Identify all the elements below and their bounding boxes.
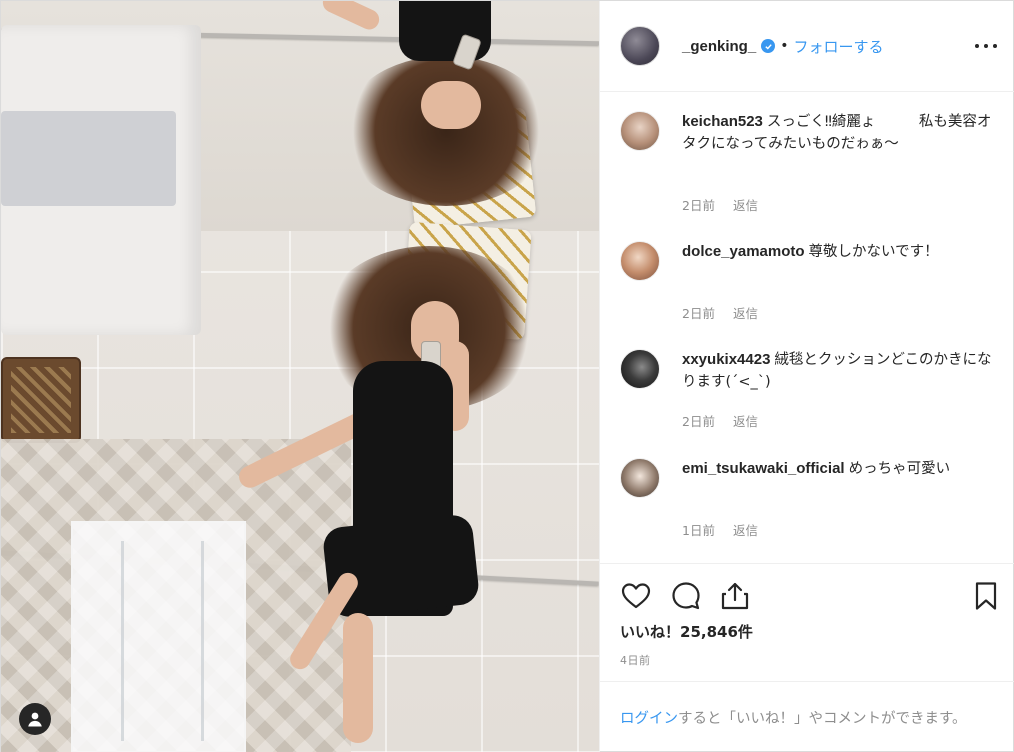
comment-body: emi_tsukawaki_official めっちゃ可愛い <box>682 458 1000 480</box>
bookmark-icon[interactable] <box>970 580 1002 612</box>
commenter-avatar[interactable] <box>620 349 660 389</box>
photo-hair-reflection <box>341 56 551 206</box>
photo-trunk <box>1 357 81 443</box>
comment-age: 2日前 <box>682 198 715 213</box>
like-count[interactable]: いいね！25,846件 <box>620 621 753 642</box>
photo-leg-right <box>343 613 373 743</box>
action-bar <box>600 563 1014 623</box>
comment-meta: 2日前 返信 <box>682 303 758 322</box>
photo-table-leg <box>121 541 124 741</box>
follow-button[interactable]: フォローする <box>793 36 883 57</box>
post-header: _genking_ • フォローする <box>600 1 1014 92</box>
commenter-avatar[interactable] <box>620 111 660 151</box>
comment-body: xxyukix4423 絨毯とクッションどこのかきになります(´<_`) <box>682 349 1000 393</box>
commenter-username[interactable]: emi_tsukawaki_official <box>682 460 845 477</box>
author-avatar[interactable] <box>620 26 660 66</box>
post-age: 4日前 <box>620 654 651 667</box>
more-options-icon[interactable] <box>975 38 997 54</box>
post-photo[interactable] <box>1 1 599 752</box>
login-prompt: ログイン すると「いいね！」やコメントができます。 <box>600 681 1014 752</box>
comment-text: めっちゃ可愛い <box>848 461 951 477</box>
comment-meta: 2日前 返信 <box>682 195 758 214</box>
login-link[interactable]: ログイン <box>620 707 678 728</box>
post-side-panel: _genking_ • フォローする keichan523 スっごく‼綺麗ょ 私も… <box>599 1 1014 752</box>
login-prompt-text: すると「いいね！」やコメントができます。 <box>678 711 967 727</box>
photo-glass-table <box>71 521 246 752</box>
comment-meta: 1日前 返信 <box>682 520 758 539</box>
photo-table-leg <box>201 541 204 741</box>
heart-icon[interactable] <box>620 580 652 612</box>
comment-age: 1日前 <box>682 523 715 538</box>
comment-body: dolce_yamamoto 尊敬しかないです！ <box>682 241 1000 263</box>
author-username[interactable]: _genking_ <box>682 38 756 55</box>
comment-icon[interactable] <box>670 580 702 612</box>
like-label: いいね！ <box>620 623 681 641</box>
commenter-avatar[interactable] <box>620 241 660 281</box>
header-separator: • <box>780 38 789 54</box>
commenter-username[interactable]: keichan523 <box>682 113 763 130</box>
reply-button[interactable]: 返信 <box>733 523 758 538</box>
photo-face-reflection <box>421 81 481 129</box>
comment-body: keichan523 スっごく‼綺麗ょ 私も美容オタクになってみたいものだゎぁ〜 <box>682 111 1000 155</box>
reply-button[interactable]: 返信 <box>733 198 758 213</box>
commenter-avatar[interactable] <box>620 458 660 498</box>
share-icon[interactable] <box>719 580 751 612</box>
comment-meta: 2日前 返信 <box>682 411 758 430</box>
comments-list[interactable]: keichan523 スっごく‼綺麗ょ 私も美容オタクになってみたいものだゎぁ〜 … <box>600 93 1014 563</box>
comment-age: 2日前 <box>682 306 715 321</box>
commenter-username[interactable]: dolce_yamamoto <box>682 243 805 260</box>
reply-button[interactable]: 返信 <box>733 414 758 429</box>
like-number: 25,846件 <box>680 623 753 641</box>
comment-age: 2日前 <box>682 414 715 429</box>
tagged-user-icon[interactable] <box>19 703 51 735</box>
photo-sofa-cushion <box>1 111 176 206</box>
comment-text: 尊敬しかないです！ <box>808 244 939 260</box>
user-icon <box>28 712 42 727</box>
instagram-post: _genking_ • フォローする keichan523 スっごく‼綺麗ょ 私も… <box>0 0 1014 752</box>
commenter-username[interactable]: xxyukix4423 <box>682 351 770 368</box>
verified-badge-icon <box>761 39 776 53</box>
reply-button[interactable]: 返信 <box>733 306 758 321</box>
